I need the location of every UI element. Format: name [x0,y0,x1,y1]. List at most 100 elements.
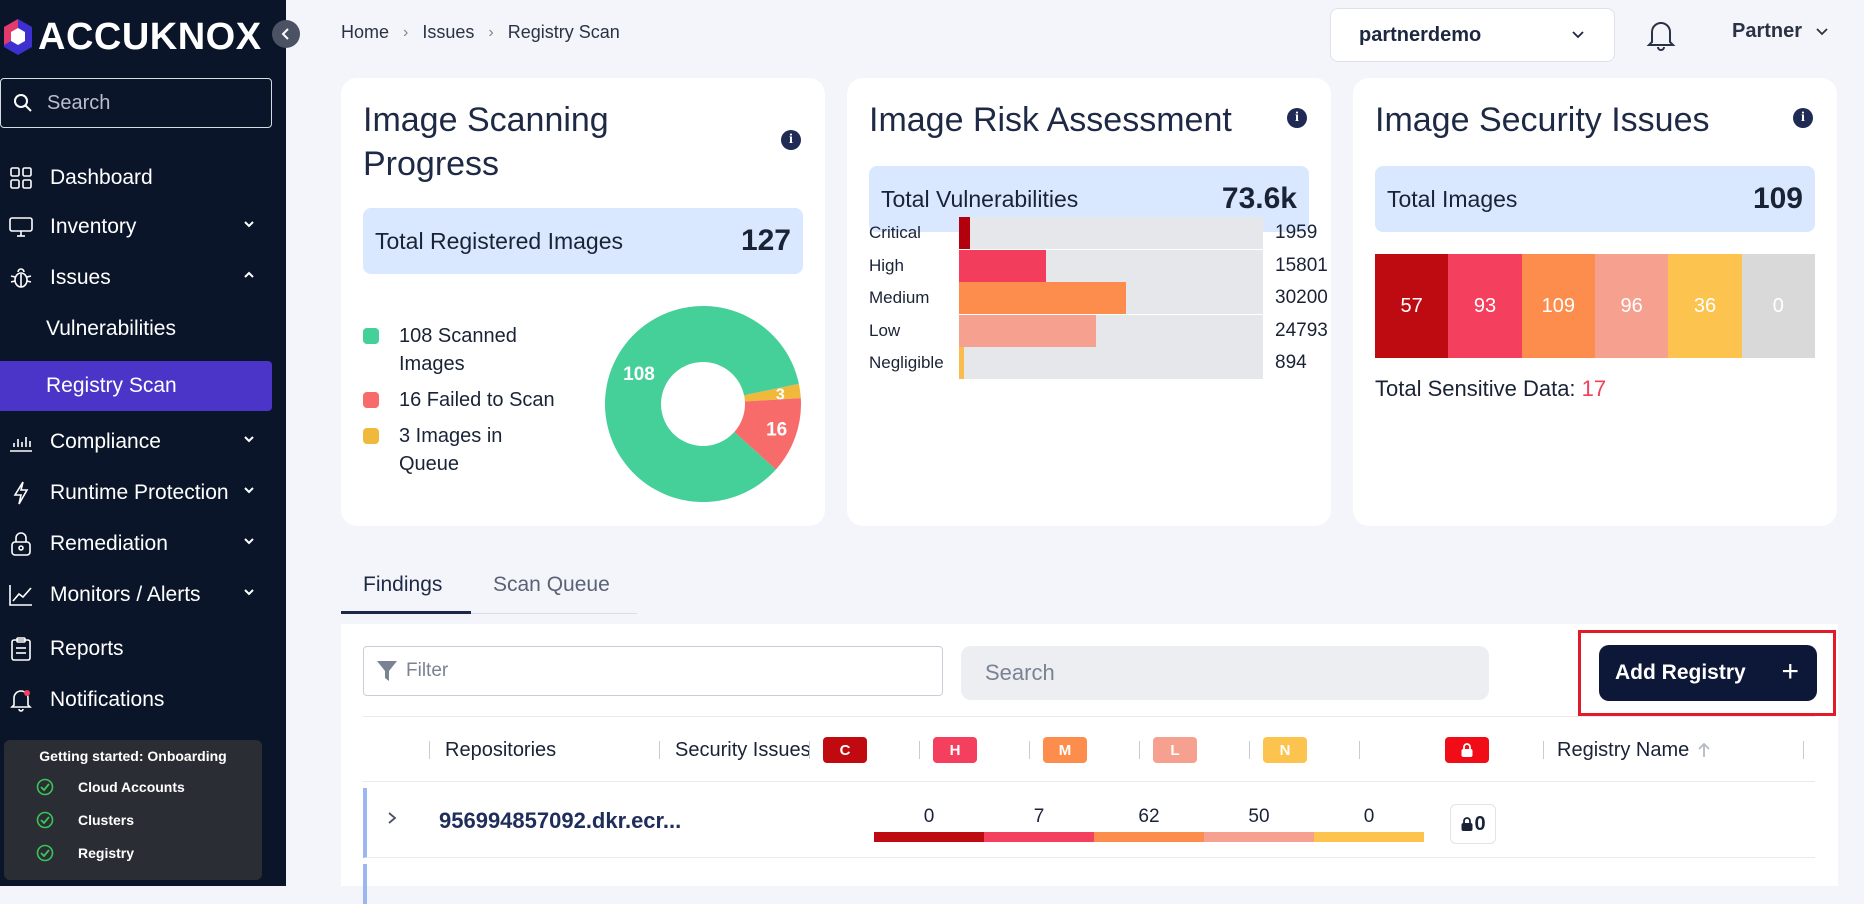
severity-bar: 0 7 62 50 0 [874,806,1424,842]
brand-name: ACCUKNOX [38,16,262,58]
sidebar-item-label: Issues [50,266,111,289]
risk-row-high[interactable]: High 15801 [869,249,1328,283]
sidebar-item-issues[interactable]: Issues [0,256,272,300]
severity-cell-unknown[interactable]: 0 [1741,254,1815,358]
sidebar-item-remediation[interactable]: Remediation [0,522,272,566]
sidebar-item-dashboard[interactable]: Dashboard [0,156,272,200]
legend-label: 108 Scanned Images [399,325,517,375]
table-row[interactable] [363,864,1815,904]
sidebar-item-compliance[interactable]: Compliance [0,420,272,464]
risk-label: Negligible [869,353,944,372]
column-repositories[interactable]: Repositories [445,717,556,783]
chevron-left-icon [281,28,289,40]
trend-icon [8,582,34,608]
onboarding-step-clusters[interactable]: Clusters [4,803,262,836]
sidebar-item-label: Monitors / Alerts [50,583,201,606]
risk-row-negligible[interactable]: Negligible 894 [869,346,1307,380]
donut-slice-failed-label: 16 [766,420,787,441]
user-menu[interactable]: Partner [1732,20,1830,43]
column-critical[interactable]: C [823,717,867,783]
tab-scan-queue[interactable]: Scan Queue [493,556,610,614]
risk-value: 15801 [1275,254,1328,276]
sidebar-item-label: Inventory [50,215,137,238]
filter-input[interactable] [404,659,904,683]
severity-cell-high[interactable]: 93 [1448,254,1522,358]
chevron-up-icon [244,271,254,278]
risk-label: Medium [869,288,930,307]
column-registry-name[interactable]: Registry Name [1557,717,1711,783]
sidebar-item-label: Registry Scan [46,374,177,397]
card-title: Image Scanning Progress [363,101,609,183]
bug-icon [8,265,34,291]
sidebar-collapse-button[interactable] [272,20,300,48]
risk-label: Low [869,320,901,340]
sidebar-item-reports[interactable]: Reports [0,627,272,671]
bolt-icon [8,480,34,506]
low-bar-segment [1204,832,1314,842]
risk-bar-track [959,249,1263,282]
legend-label: 16 Failed to Scan [399,389,555,411]
sidebar-item-vulnerabilities[interactable]: Vulnerabilities [0,304,272,354]
severity-badge-high: H [933,737,977,763]
filter-box[interactable] [363,646,943,696]
risk-bar-fill [959,217,970,249]
sidebar-item-runtime-protection[interactable]: Runtime Protection [0,471,272,515]
tenant-select[interactable]: partnerdemo [1330,8,1615,62]
risk-row-critical[interactable]: Critical 1959 [869,216,1317,250]
chevron-down-icon [244,436,254,443]
stat-value: 73.6k [1221,182,1297,215]
risk-bar-track [959,282,1263,314]
info-icon[interactable]: i [1287,108,1307,128]
table-row[interactable]: 956994857092.dkr.ecr... 0 7 62 50 0 0 [363,788,1815,858]
onboarding-step-registry[interactable]: Registry [4,836,262,869]
repository-name[interactable]: 956994857092.dkr.ecr... [439,808,681,834]
severity-cell-negligible[interactable]: 36 [1668,254,1742,358]
sidebar-item-notifications[interactable]: Notifications [0,678,272,722]
severity-cell-medium[interactable]: 109 [1521,254,1595,358]
column-negligible[interactable]: N [1263,717,1307,783]
sidebar-item-label: Remediation [50,532,168,555]
sidebar-item-inventory[interactable]: Inventory [0,205,272,249]
sidebar-search-input[interactable] [45,90,245,116]
brand-logo[interactable]: ACCUKNOX [0,16,262,59]
column-separator [1543,741,1544,759]
breadcrumb-separator-icon: › [403,23,409,41]
table-search-input[interactable] [983,659,1463,687]
severity-cell-low[interactable]: 96 [1594,254,1669,358]
severity-cell-critical[interactable]: 57 [1375,254,1449,358]
column-low[interactable]: L [1153,717,1197,783]
sidebar-item-registry-scan[interactable]: Registry Scan [0,361,272,411]
secrets-count-chip[interactable]: 0 [1450,804,1496,844]
active-tab-indicator [341,611,471,614]
column-secrets[interactable] [1445,717,1489,783]
negligible-count: 0 [1363,806,1375,827]
findings-tabs: Findings Scan Queue [341,556,637,614]
sidebar-item-label: Reports [50,637,124,660]
onboarding-step-cloud-accounts[interactable]: Cloud Accounts [4,770,262,803]
sensitive-value[interactable]: 17 [1582,376,1606,401]
sidebar-item-monitors-alerts[interactable]: Monitors / Alerts [0,573,272,617]
info-icon[interactable]: i [781,130,801,150]
risk-row-low[interactable]: Low 24793 [869,314,1328,348]
column-separator [919,741,920,759]
breadcrumb-home[interactable]: Home [341,22,389,43]
critical-count: 0 [923,806,935,827]
breadcrumb-issues[interactable]: Issues [422,22,474,43]
onboarding-panel: Getting started: Onboarding Cloud Accoun… [4,740,262,880]
column-high[interactable]: H [933,717,977,783]
risk-row-medium[interactable]: Medium 30200 [869,281,1328,315]
info-icon[interactable]: i [1793,108,1813,128]
notification-bell-icon[interactable] [1646,18,1676,52]
search-icon [14,94,32,112]
add-registry-button[interactable]: Add Registry + [1599,645,1817,701]
column-medium[interactable]: M [1043,717,1087,783]
low-count: 50 [1248,806,1270,827]
column-security-issues[interactable]: Security Issues [675,717,811,783]
risk-bar-fill [959,249,1047,282]
table-search[interactable] [961,646,1489,700]
filter-icon [377,661,397,681]
sidebar-search[interactable] [0,78,272,128]
tab-findings[interactable]: Findings [363,556,442,614]
chevron-right-icon[interactable] [385,810,399,826]
total-registered-images-stat: Total Registered Images 127 [363,208,803,274]
